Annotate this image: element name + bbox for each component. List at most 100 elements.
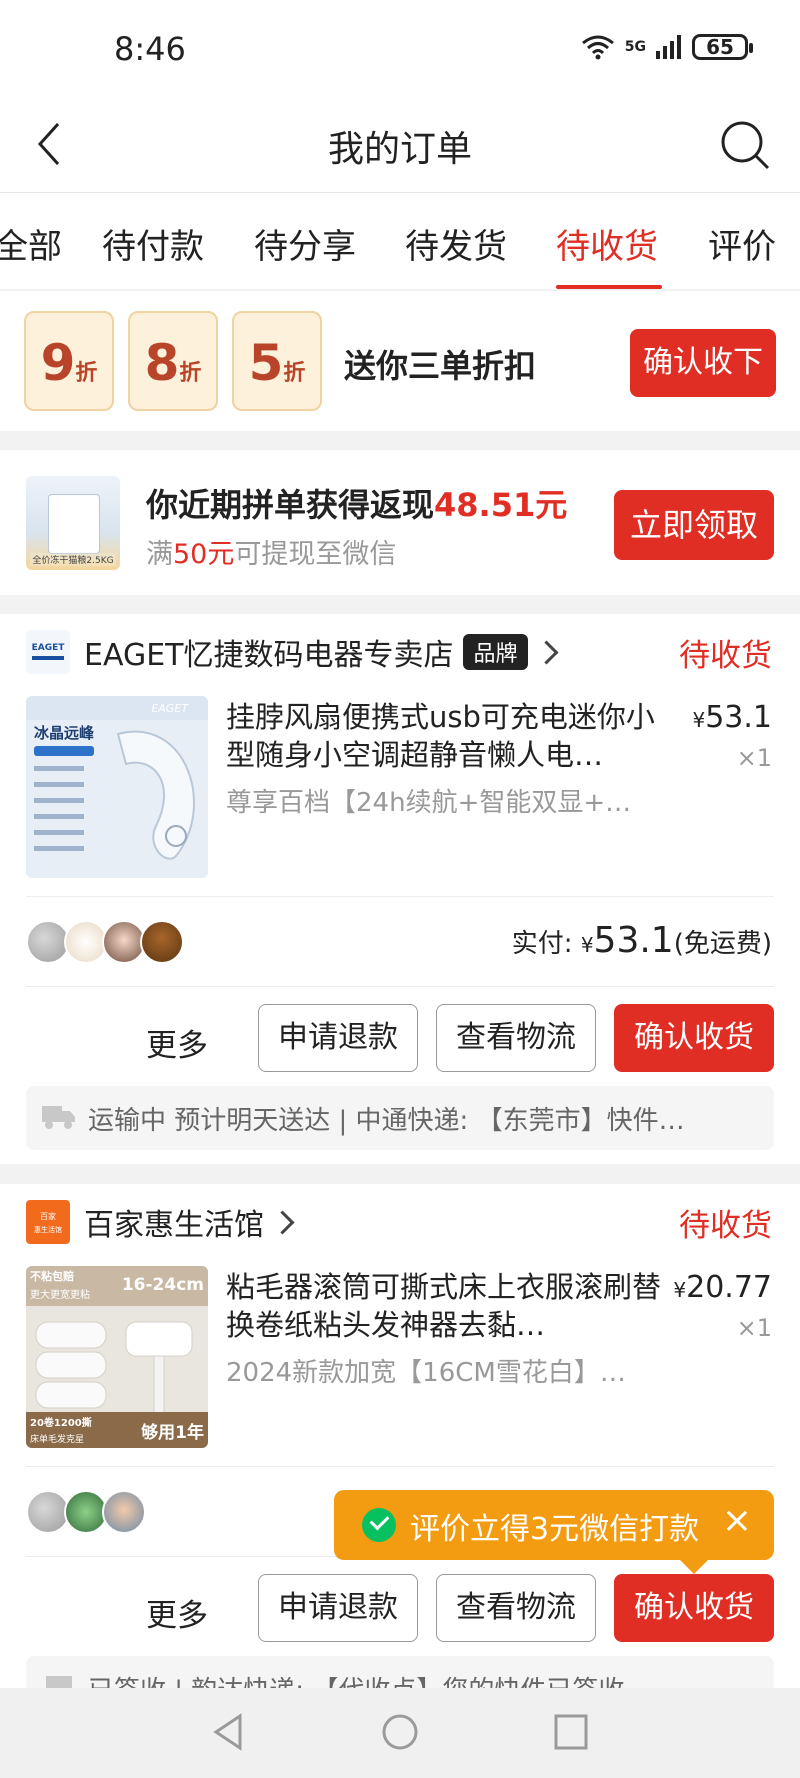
tab-pending-shipment[interactable]: 待发货 xyxy=(405,219,507,268)
refund-button[interactable]: 申请退款 xyxy=(258,1574,418,1642)
coupon-number: 5 xyxy=(248,334,284,392)
product-quantity: ×1 xyxy=(736,744,772,772)
home-circle-icon[interactable] xyxy=(380,1712,420,1752)
signal-icon xyxy=(656,35,681,59)
accept-discount-button[interactable]: 确认收下 xyxy=(630,329,776,397)
store-row[interactable]: EAGET EAGET忆捷数码电器专卖店 品牌 待收货 xyxy=(0,614,800,684)
coupon-number: 8 xyxy=(144,334,180,392)
paid-label: 实付: xyxy=(511,929,573,959)
order-tabs: 全部 待付款 待分享 待发货 待收货 评价 xyxy=(0,193,800,289)
product-spec: 尊享百档【24h续航+智能双显+… xyxy=(226,788,632,818)
page-title: 我的订单 xyxy=(327,129,472,170)
view-logistics-button[interactable]: 查看物流 xyxy=(436,1574,596,1642)
paid-amount: 实付: ¥53.1(免运费) xyxy=(512,920,772,961)
divider xyxy=(26,896,774,897)
store-name-text: EAGET忆捷数码电器专卖店 xyxy=(84,638,454,673)
battery-indicator: 65 xyxy=(692,34,753,60)
image-label-bottom: 20卷1200撕 xyxy=(30,1416,92,1429)
price-value: 53.1 xyxy=(705,700,772,735)
product-title[interactable]: 挂脖风扇便携式usb可充电迷你小型随身小空调超静音懒人电… xyxy=(226,698,666,774)
thumbnail-label: 全价冻干猫粮2.5KG xyxy=(30,553,116,566)
active-tab-indicator xyxy=(556,285,662,289)
cashback-headline-text: 你近期拼单获得返现 xyxy=(146,486,435,524)
tab-pending-share[interactable]: 待分享 xyxy=(254,219,356,268)
tooltip-text: 评价立得3元微信打款 xyxy=(410,1512,700,1547)
store-name-text: 百家惠生活馆 xyxy=(84,1208,264,1243)
battery-level: 65 xyxy=(706,35,734,59)
tab-review[interactable]: 评价 xyxy=(708,219,776,268)
more-button[interactable]: 更多 xyxy=(146,1590,208,1635)
coupon-unit: 折 xyxy=(75,361,98,386)
tab-pending-receipt[interactable]: 待收货 xyxy=(556,219,658,268)
order-status: 待收货 xyxy=(679,638,772,674)
image-label-enough: 够用1年 xyxy=(140,1422,204,1443)
product-title[interactable]: 粘毛器滚筒可撕式床上衣服滚刷替换卷纸粘头发神器去黏… xyxy=(226,1268,666,1344)
coupon-8: 8折 xyxy=(128,311,218,411)
group-avatars xyxy=(26,920,184,964)
coupon-unit: 折 xyxy=(179,361,202,386)
store-name: EAGET忆捷数码电器专卖店 品牌 xyxy=(84,630,559,674)
image-label-top: 不粘包赔 xyxy=(30,1269,74,1283)
back-triangle-icon[interactable] xyxy=(210,1712,246,1752)
coupon-number: 9 xyxy=(40,334,76,392)
system-nav-bar xyxy=(0,1688,800,1778)
chevron-right-icon xyxy=(533,640,559,665)
brand-badge: 品牌 xyxy=(463,634,528,670)
app-header: 我的订单 xyxy=(0,100,800,193)
cashback-banner: 全价冻干猫粮2.5KG 你近期拼单获得返现48.51元 满50元可提现至微信 立… xyxy=(0,450,800,595)
status-bar: 8:46 5G 65 xyxy=(0,0,800,100)
wifi-icon xyxy=(581,35,614,60)
discount-text: 送你三单折扣 xyxy=(344,347,537,385)
divider xyxy=(26,1466,774,1467)
refund-button[interactable]: 申请退款 xyxy=(258,1004,418,1072)
tab-pending-payment[interactable]: 待付款 xyxy=(102,219,204,268)
svg-text:百家: 百家 xyxy=(40,1211,56,1221)
avatar xyxy=(140,920,184,964)
more-button[interactable]: 更多 xyxy=(146,1020,208,1065)
cashback-product-thumbnail[interactable]: 全价冻干猫粮2.5KG xyxy=(26,476,120,570)
coupon-5: 5折 xyxy=(232,311,322,411)
tab-all[interactable]: 全部 xyxy=(0,219,62,268)
product-price: ¥20.77 xyxy=(673,1270,772,1305)
cashback-condition-prefix: 满 xyxy=(146,539,173,570)
search-icon[interactable] xyxy=(718,118,774,174)
logistics-info[interactable]: 运输中 预计明天送达 | 中通快递: 【东莞市】快件… xyxy=(26,1086,774,1150)
chevron-right-icon xyxy=(270,1210,295,1235)
order-status: 待收货 xyxy=(679,1208,772,1244)
discount-banner: 9折 8折 5折 送你三单折扣 确认收下 xyxy=(0,291,800,431)
truck-icon xyxy=(42,1106,75,1129)
tooltip-pointer xyxy=(680,1560,708,1574)
product-image[interactable]: 不粘包赔 更大更宽更粘 16-24cm 20卷1200撕 床单毛发克星 够用1年 xyxy=(26,1266,208,1448)
status-time: 8:46 xyxy=(114,30,186,68)
product-image[interactable]: EAGET 冰晶远峰 xyxy=(26,696,208,878)
product-image-label: 冰晶远峰 xyxy=(34,724,95,742)
coupon-unit: 折 xyxy=(283,361,306,386)
image-label-sub: 更大更宽更粘 xyxy=(30,1288,90,1301)
paid-value: 53.1 xyxy=(593,920,674,961)
cashback-threshold: 50元 xyxy=(173,539,235,570)
avatar xyxy=(102,1490,146,1534)
logistics-text: 运输中 预计明天送达 | 中通快递: 【东莞市】快件… xyxy=(88,1106,685,1136)
view-logistics-button[interactable]: 查看物流 xyxy=(436,1004,596,1072)
group-avatars xyxy=(26,1490,146,1534)
wechat-check-icon xyxy=(362,1508,396,1542)
recents-square-icon[interactable] xyxy=(552,1712,590,1752)
close-icon[interactable]: × xyxy=(722,1500,752,1541)
divider xyxy=(26,986,774,987)
claim-cashback-button[interactable]: 立即领取 xyxy=(614,490,774,560)
product-quantity: ×1 xyxy=(736,1314,772,1342)
status-icons: 5G 65 xyxy=(581,34,753,60)
store-row[interactable]: 百家 惠生活馆 百家惠生活馆 待收货 xyxy=(0,1184,800,1254)
lint-roller-image: 不粘包赔 更大更宽更粘 16-24cm 20卷1200撕 床单毛发克星 够用1年 xyxy=(26,1266,208,1448)
svg-text:EAGET: EAGET xyxy=(32,643,66,653)
store-name: 百家惠生活馆 xyxy=(84,1200,295,1244)
image-label-size: 16-24cm xyxy=(122,1275,204,1295)
confirm-receipt-button[interactable]: 确认收货 xyxy=(614,1574,774,1642)
price-symbol: ¥ xyxy=(673,1278,687,1302)
cashback-condition-suffix: 可提现至微信 xyxy=(234,539,397,570)
cat-food-bag xyxy=(48,494,100,554)
confirm-receipt-button[interactable]: 确认收货 xyxy=(614,1004,774,1072)
order-card: 百家 惠生活馆 百家惠生活馆 待收货 不粘包赔 更大更宽更粘 16-24cm 2… xyxy=(0,1184,800,1720)
review-reward-tooltip[interactable]: 评价立得3元微信打款 × xyxy=(334,1490,774,1574)
cashback-headline: 你近期拼单获得返现48.51元 xyxy=(146,480,567,526)
